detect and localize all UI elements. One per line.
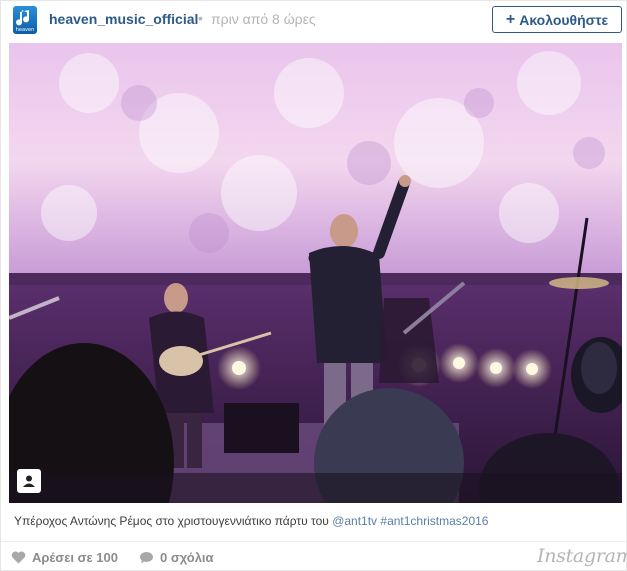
instagram-embed: heaven heaven_music_official • πριν από … [0,0,627,571]
plus-icon: + [505,10,516,28]
likes-count: Αρέσει σε 100 [32,550,118,565]
user-tag-icon[interactable] [17,469,41,493]
heart-icon [11,551,26,564]
post-footer: Αρέσει σε 100 0 σχόλια Instagram [1,541,627,571]
post-photo[interactable] [9,43,622,503]
avatar-label: heaven [15,27,35,33]
heaven-logo-icon[interactable]: heaven [13,6,37,34]
post-header: heaven heaven_music_official • πριν από … [1,1,627,41]
comments-count: 0 σχόλια [160,550,214,565]
comment-bubble-icon [140,552,153,564]
follow-button[interactable]: + Ακολουθήστε [492,6,622,33]
caption-mention[interactable]: @ant1tv [332,514,377,528]
follow-button-label: Ακολουθήστε [519,11,609,28]
instagram-logo[interactable]: Instagram [537,545,627,567]
separator-dot: • [198,10,203,26]
caption-hashtag[interactable]: #ant1christmas2016 [377,514,488,528]
likes-button[interactable]: Αρέσει σε 100 [11,550,118,565]
post-caption: Υπέροχος Αντώνης Ρέμος στο χριστουγεννιά… [14,514,488,528]
post-time[interactable]: πριν από 8 ώρες [211,11,316,27]
caption-text: Υπέροχος Αντώνης Ρέμος στο χριστουγεννιά… [14,514,333,528]
username-link[interactable]: heaven_music_official [49,11,198,27]
comments-button[interactable]: 0 σχόλια [139,550,214,565]
